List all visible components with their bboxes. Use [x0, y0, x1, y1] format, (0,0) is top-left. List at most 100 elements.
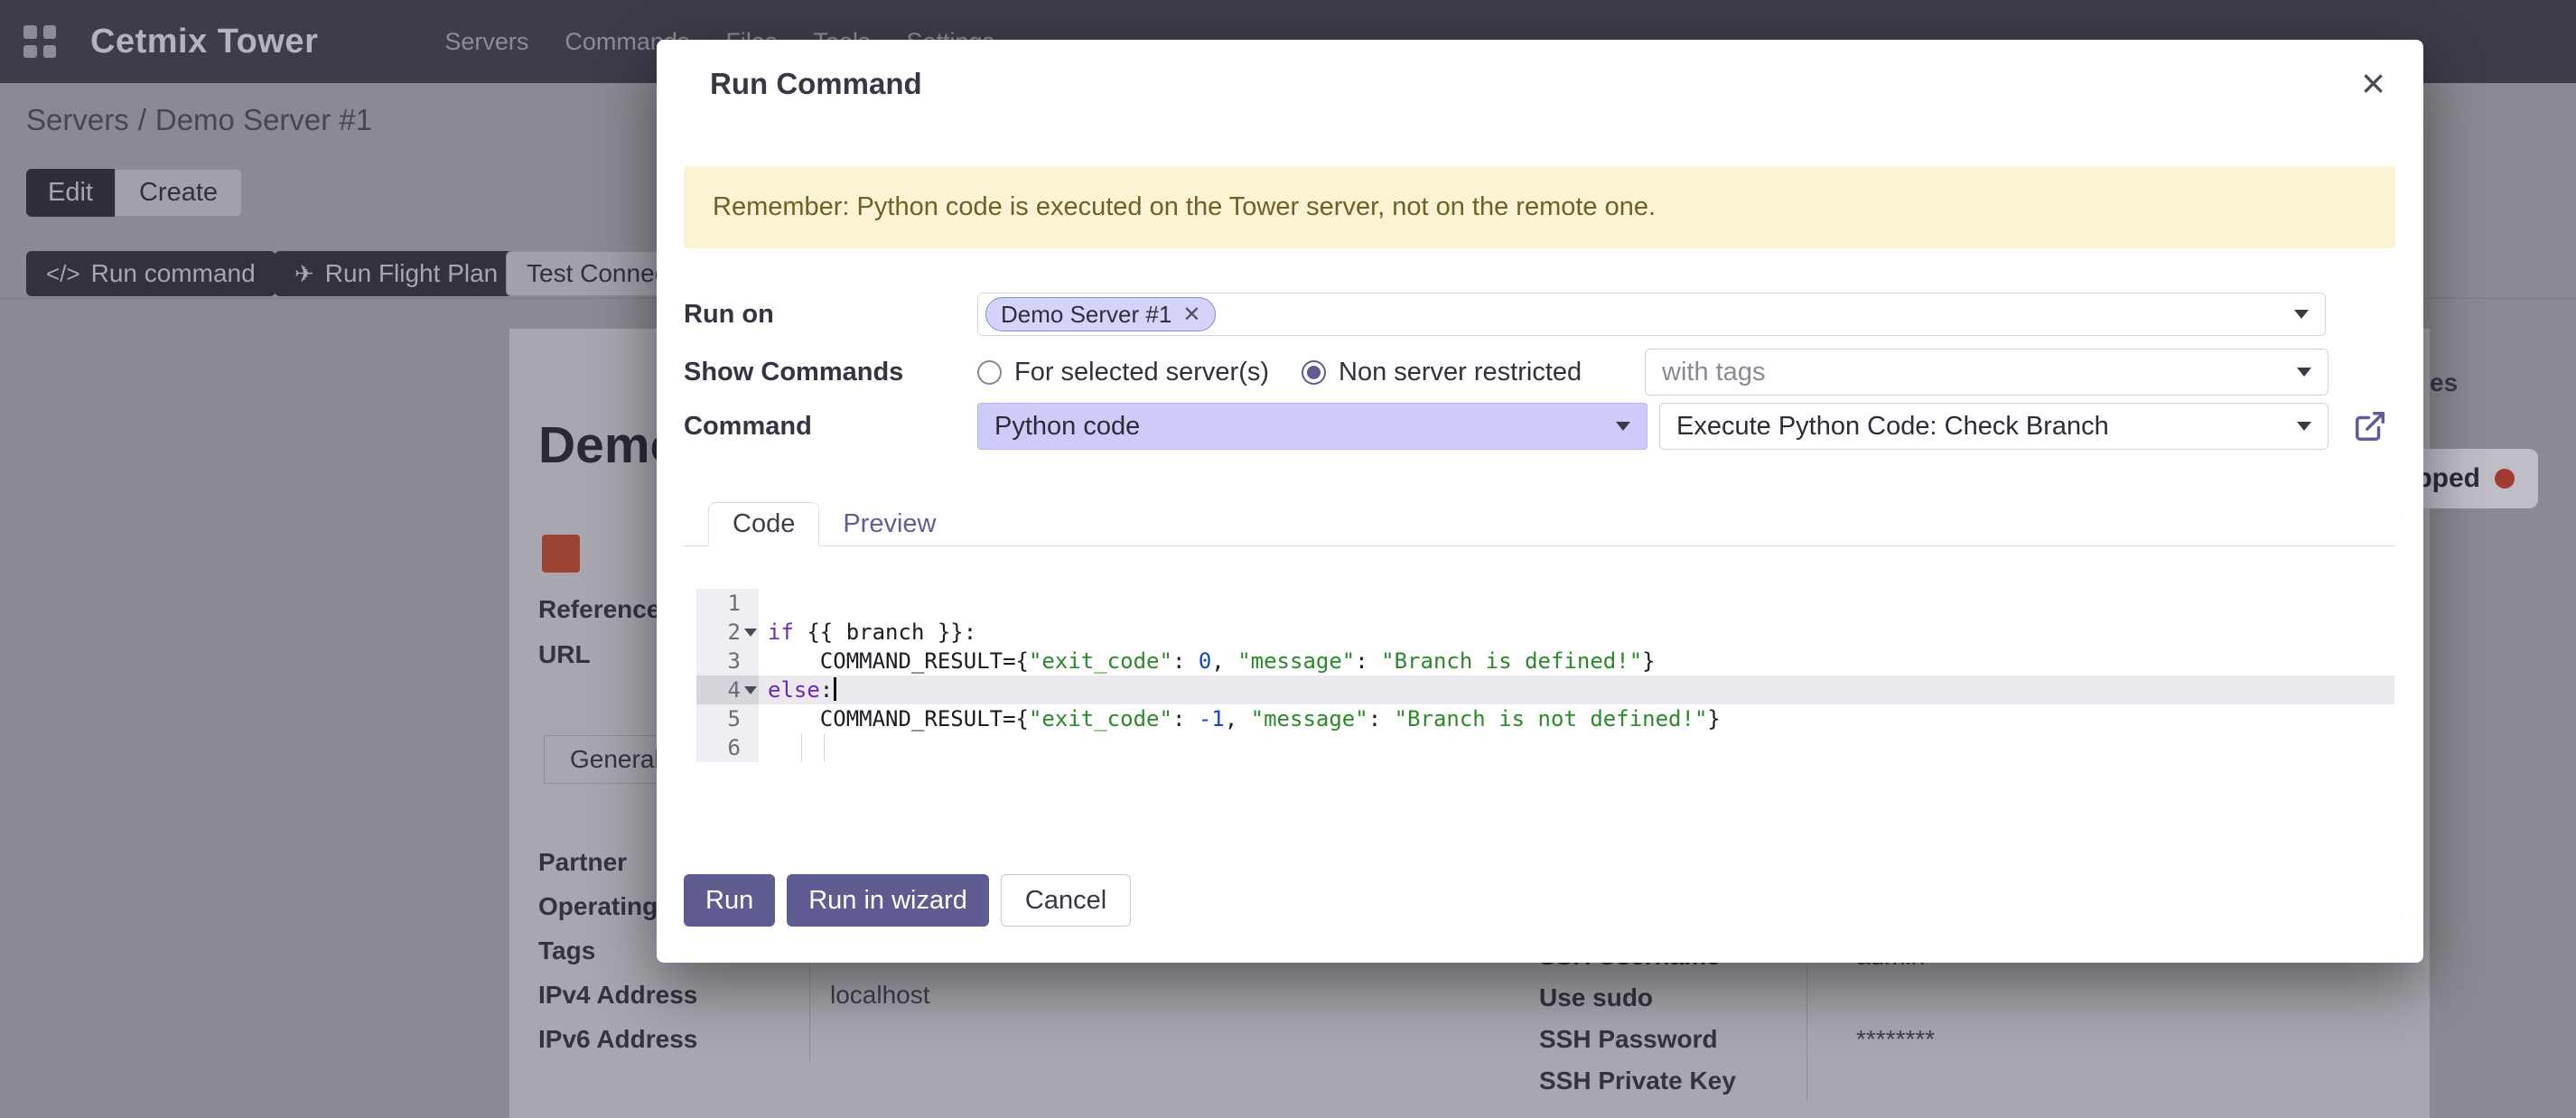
- editor-line-1: 1: [696, 589, 2394, 618]
- editor-code-line[interactable]: [759, 589, 2394, 618]
- code-token: 0: [1199, 648, 1211, 674]
- field-value: localhost: [810, 981, 930, 1010]
- nav-item-servers[interactable]: Servers: [444, 28, 528, 56]
- radio-for-selected-servers[interactable]: For selected server(s): [977, 358, 1269, 387]
- code-token: COMMAND_RESULT={: [768, 648, 1029, 674]
- editor-gutter-1: 1: [696, 589, 759, 618]
- field-value: ********: [1807, 1025, 1935, 1054]
- status-red-dot-icon: [2495, 469, 2515, 489]
- chevron-down-icon[interactable]: [2297, 368, 2311, 377]
- editor-line-5: 5 COMMAND_RESULT={"exit_code": -1, "mess…: [696, 704, 2394, 733]
- edit-button[interactable]: Edit: [26, 169, 115, 217]
- field-label: Use sudo: [1539, 977, 1807, 1019]
- code-token: {{ branch }}:: [794, 620, 976, 645]
- field-label: IPv4 Address: [538, 973, 810, 1017]
- editor-line-4: 4else:: [696, 675, 2394, 704]
- show-commands-label: Show Commands: [684, 358, 977, 387]
- run-in-wizard-button[interactable]: Run in wizard: [787, 874, 989, 927]
- radio-label: For selected server(s): [1014, 358, 1269, 387]
- editor-gutter-5: 5: [696, 704, 759, 733]
- breadcrumb-section[interactable]: Servers: [26, 103, 129, 136]
- code-token: "Branch is defined!": [1381, 648, 1642, 674]
- modal-body: Remember: Python code is executed on the…: [657, 166, 2423, 927]
- chevron-down-icon[interactable]: [2294, 310, 2309, 319]
- editor-code-line[interactable]: if {{ branch }}:: [759, 618, 2394, 647]
- run-on-row: Run on Demo Server #1 ✕: [684, 293, 2395, 336]
- code-token: :: [1355, 648, 1381, 674]
- radio-icon[interactable]: [977, 360, 1002, 385]
- flight-plan-icon: ✈: [294, 260, 314, 288]
- external-link-icon[interactable]: [2353, 409, 2387, 443]
- cancel-button[interactable]: Cancel: [1001, 874, 1131, 927]
- python-warning-alert: Remember: Python code is executed on the…: [684, 166, 2395, 248]
- indent-guide: [801, 733, 802, 762]
- app-brand: Cetmix Tower: [90, 23, 318, 61]
- code-token: -1: [1199, 706, 1225, 731]
- apps-grid-icon[interactable]: [23, 25, 56, 58]
- run-command-modal: Run Command × Remember: Python code is e…: [657, 40, 2423, 963]
- radio-icon[interactable]: [1302, 360, 1326, 385]
- run-flight-plan-label: Run Flight Plan: [325, 259, 498, 288]
- command-row: Command Python code Execute Python Code:…: [684, 403, 2395, 450]
- editor-line-2: 2if {{ branch }}:: [696, 618, 2394, 647]
- code-preview-tabs: Code Preview: [684, 502, 2395, 546]
- editor-code-line[interactable]: [759, 733, 2394, 762]
- code-editor[interactable]: 12if {{ branch }}:3 COMMAND_RESULT={"exi…: [696, 589, 2394, 762]
- code-token: "Branch is not defined!": [1395, 706, 1708, 731]
- radio-non-server-restricted[interactable]: Non server restricted: [1302, 358, 1582, 387]
- field-label: IPv6 Address: [538, 1017, 810, 1061]
- code-token: "exit_code": [1029, 648, 1172, 674]
- chevron-down-icon[interactable]: [1616, 422, 1630, 431]
- field-row: SSH Private Key: [1539, 1060, 2406, 1102]
- field-label: SSH Private Key: [1539, 1060, 1807, 1102]
- editor-code-line[interactable]: COMMAND_RESULT={"exit_code": -1, "messag…: [759, 704, 2394, 733]
- command-select[interactable]: Execute Python Code: Check Branch: [1659, 403, 2329, 450]
- text-cursor: [834, 677, 836, 701]
- server-tag-label: Demo Server #1: [1001, 301, 1171, 329]
- code-token: :: [820, 677, 833, 703]
- modal-header: Run Command ×: [657, 40, 2423, 103]
- with-tags-placeholder: with tags: [1662, 358, 1765, 387]
- run-command-label: Run command: [91, 259, 256, 288]
- field-row: SSH Password********: [1539, 1019, 2406, 1060]
- code-icon: </>: [46, 260, 80, 288]
- code-token: :: [1368, 706, 1395, 731]
- run-button[interactable]: Run: [684, 874, 775, 927]
- fold-caret-icon[interactable]: [744, 686, 757, 694]
- clipped-text-fragment: es: [2430, 368, 2458, 397]
- indent-guide: [824, 733, 825, 762]
- editor-code-line[interactable]: COMMAND_RESULT={"exit_code": 0, "message…: [759, 647, 2394, 675]
- field-row: Use sudo: [1539, 977, 2406, 1019]
- run-flight-plan-button[interactable]: ✈ Run Flight Plan: [275, 251, 518, 296]
- close-icon[interactable]: ×: [2361, 67, 2385, 99]
- editor-line-6: 6: [696, 733, 2394, 762]
- editor-code-line[interactable]: else:: [759, 675, 2394, 704]
- run-command-button[interactable]: </> Run command: [26, 251, 275, 296]
- record-actions: Edit Create: [26, 169, 242, 217]
- editor-gutter-6: 6: [696, 733, 759, 762]
- radio-label: Non server restricted: [1339, 358, 1582, 387]
- with-tags-select[interactable]: with tags: [1645, 349, 2329, 396]
- command-label: Command: [684, 412, 977, 442]
- fold-caret-icon[interactable]: [744, 629, 757, 637]
- editor-gutter-4: 4: [696, 675, 759, 704]
- code-token: "message": [1251, 706, 1368, 731]
- tab-preview[interactable]: Preview: [819, 502, 959, 545]
- editor-gutter-2: 2: [696, 618, 759, 647]
- run-on-tags-field[interactable]: Demo Server #1 ✕: [977, 293, 2326, 336]
- create-button[interactable]: Create: [115, 169, 242, 217]
- field-row: IPv6 Address: [538, 1017, 1442, 1061]
- chevron-down-icon[interactable]: [2297, 422, 2311, 431]
- remove-tag-icon[interactable]: ✕: [1182, 302, 1200, 328]
- code-token: }: [1707, 706, 1720, 731]
- field-label: SSH Password: [1539, 1019, 1807, 1060]
- command-type-select[interactable]: Python code: [977, 403, 1647, 450]
- editor-line-3: 3 COMMAND_RESULT={"exit_code": 0, "messa…: [696, 647, 2394, 675]
- tab-code[interactable]: Code: [708, 502, 819, 546]
- color-swatch[interactable]: [542, 535, 580, 573]
- code-token: :: [1172, 706, 1199, 731]
- command-type-value: Python code: [994, 412, 1140, 442]
- code-token: ,: [1211, 648, 1237, 674]
- code-token: "message": [1237, 648, 1355, 674]
- code-token: :: [1172, 648, 1199, 674]
